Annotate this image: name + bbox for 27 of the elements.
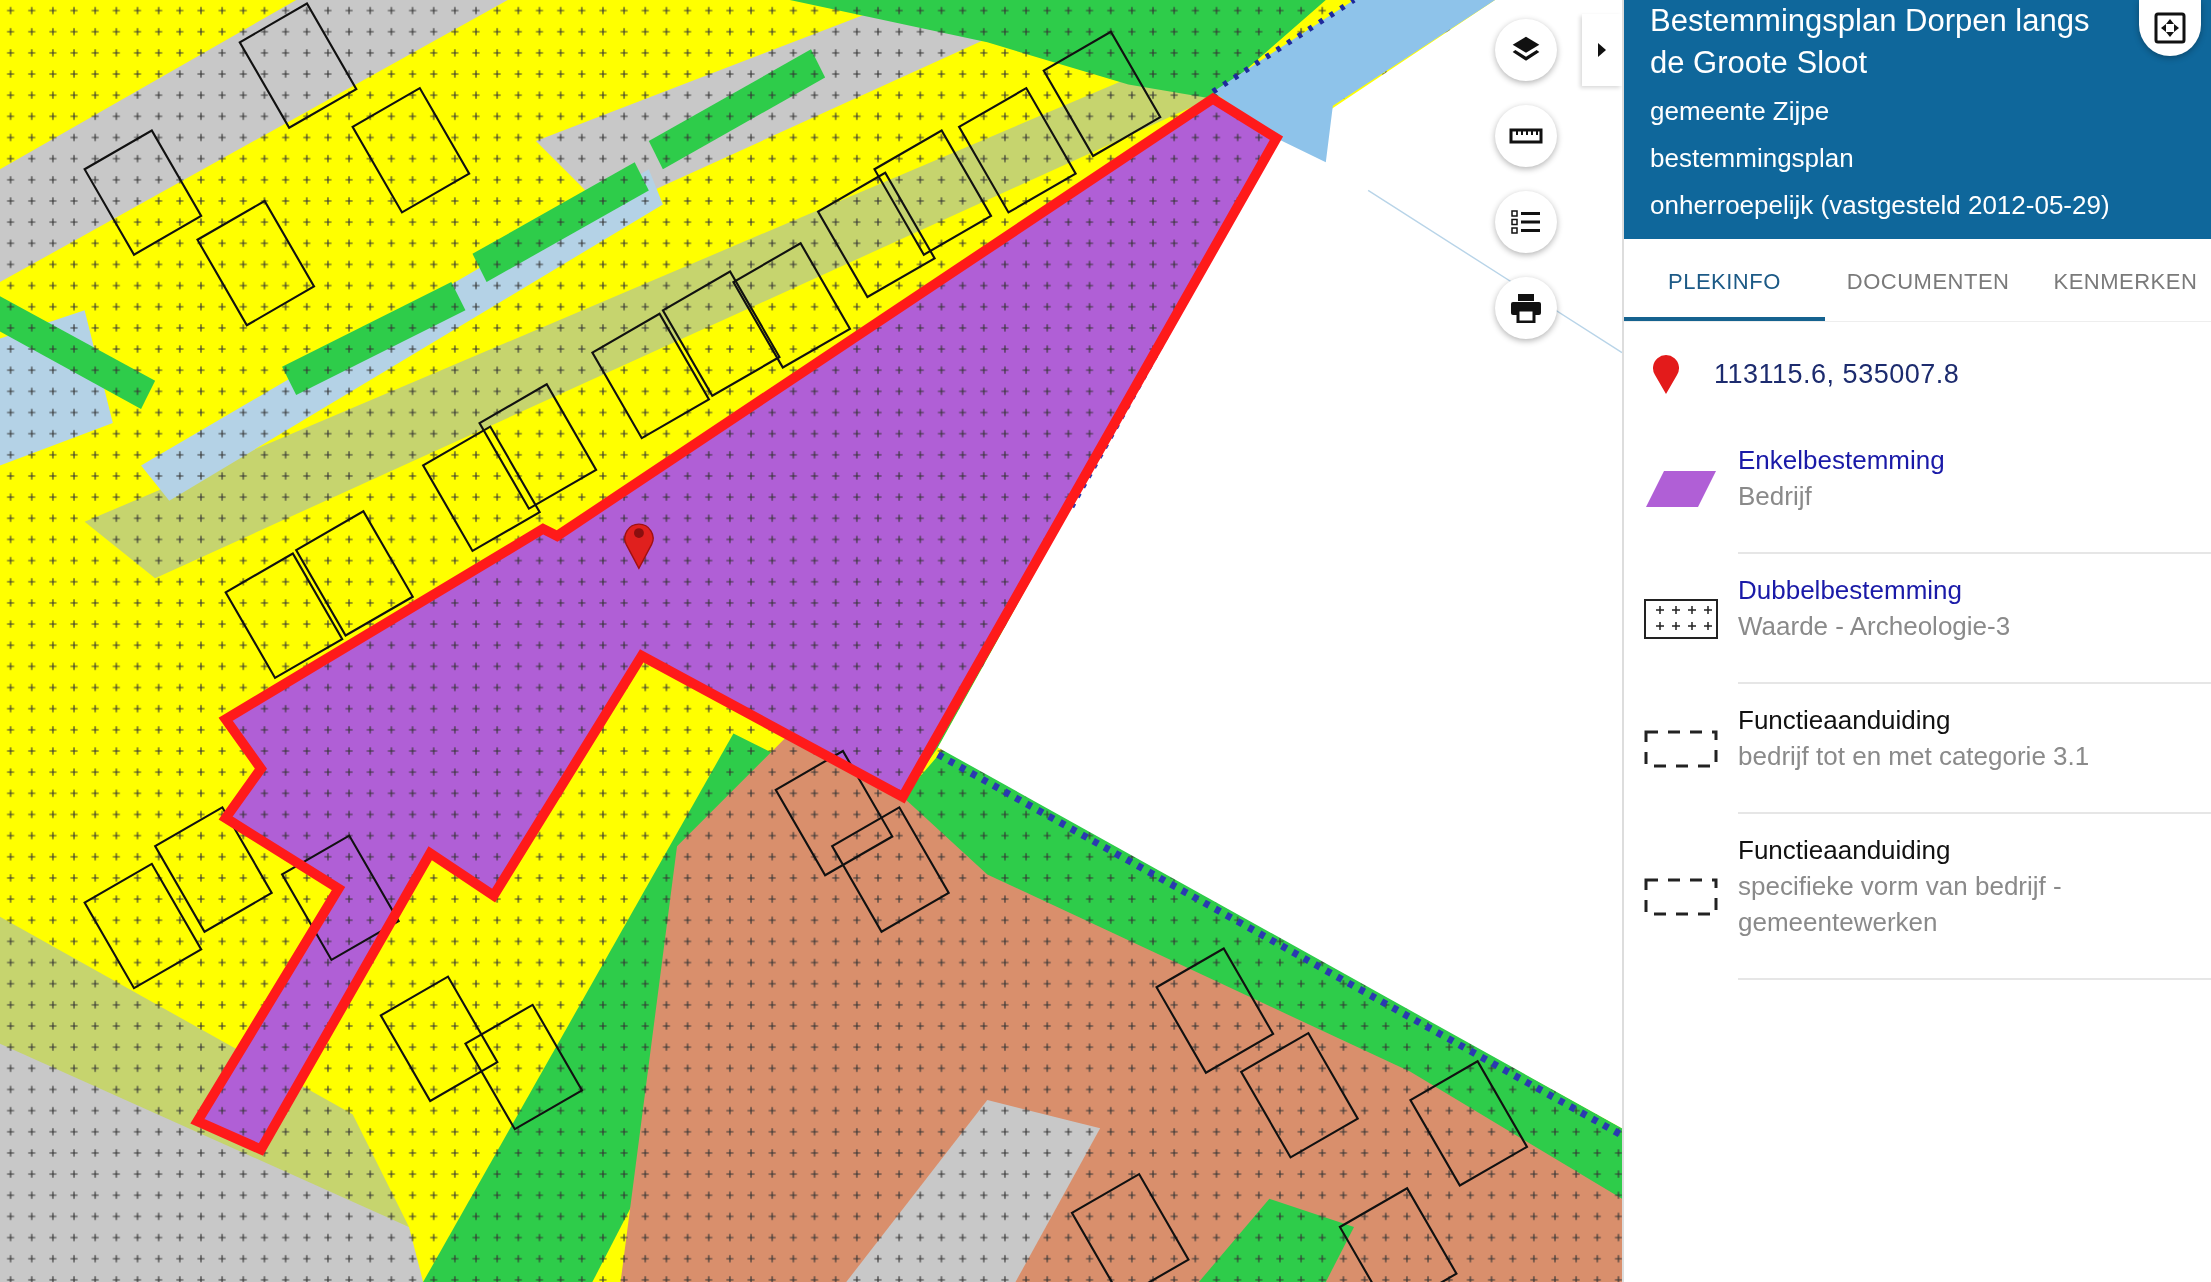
- plan-info-text: onherroepelijk (vastgesteld 2012-05-29): [1650, 189, 2111, 222]
- legend-detail: Bedrijf: [1738, 480, 1812, 513]
- tab[interactable]: DOCUMENTEN: [1824, 239, 2032, 321]
- dashed-outline-symbol-icon: [1644, 877, 1718, 917]
- legend-title: Functieaanduiding: [1738, 834, 1951, 867]
- legend-detail: Waarde - Archeologie-3: [1738, 610, 2011, 643]
- legend-title-link[interactable]: Enkelbestemming: [1738, 442, 1945, 478]
- map-pin-icon: [1652, 353, 1680, 395]
- tab[interactable]: KENMERKEN: [2031, 239, 2211, 321]
- caret-icon: [1597, 43, 1607, 57]
- expand-icon: [2153, 11, 2187, 45]
- plan-info-text: gemeente Zijpe: [1650, 95, 1831, 128]
- legend-detail: bedrijf tot en met categorie 3.1: [1738, 740, 2090, 773]
- legend-title: Functieaanduiding: [1738, 704, 1951, 737]
- plan-title: Bestemmingsplan Dorpen langs de Groote Sloot: [1650, 2, 2091, 82]
- coordinates-text: 113115.6, 535007.8: [1714, 358, 1960, 390]
- dashed-outline-symbol-icon: [1644, 729, 1718, 769]
- printer-icon: [1510, 293, 1542, 323]
- plan-info-text: bestemmingsplan: [1650, 142, 1855, 175]
- list-icon: [1511, 209, 1541, 235]
- tab[interactable]: PLEKINFO: [1624, 239, 1825, 321]
- legend-title-link[interactable]: Dubbelbestemming: [1738, 572, 1962, 608]
- fill-symbol-icon: [1644, 469, 1718, 509]
- fullscreen-button[interactable]: [2139, 0, 2201, 56]
- legend-detail: specifieke vorm van bedrijf - gemeentewerken: [1738, 870, 2063, 939]
- cross-hatch-symbol-icon: [1644, 599, 1718, 639]
- ruler-icon: [1509, 126, 1543, 146]
